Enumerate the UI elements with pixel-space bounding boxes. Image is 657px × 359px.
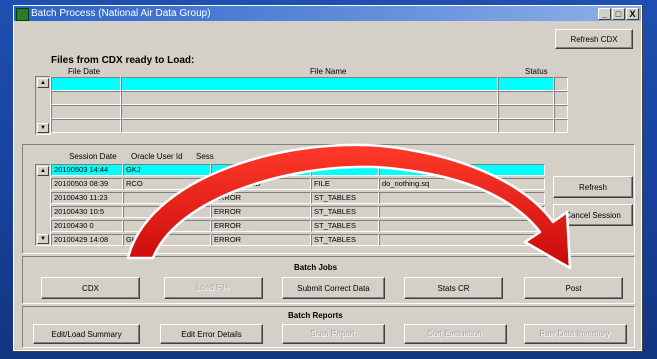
curved-arrow-shape <box>126 143 572 270</box>
curved-arrow-annotation <box>126 143 572 270</box>
